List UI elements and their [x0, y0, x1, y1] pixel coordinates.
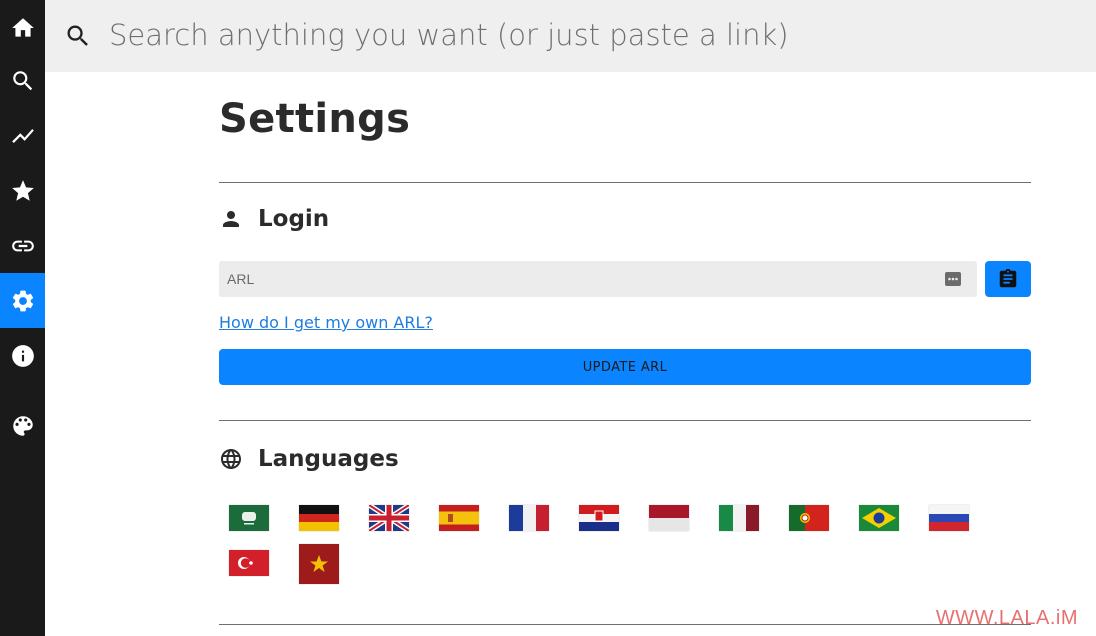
page-title: Settings	[219, 96, 411, 142]
arl-field	[219, 261, 977, 297]
flag-indonesian[interactable]	[649, 505, 689, 531]
home-icon	[11, 17, 34, 37]
flag-italian[interactable]	[719, 505, 759, 531]
search-icon	[12, 70, 32, 90]
login-section-title: Login	[258, 206, 330, 232]
languages-section-title: Languages	[258, 446, 399, 472]
flag-russian[interactable]	[929, 505, 969, 531]
search-icon	[64, 22, 92, 50]
flag-vietnamese[interactable]	[299, 544, 339, 584]
sidebar	[0, 0, 45, 636]
flag-spanish[interactable]	[439, 505, 479, 531]
search-bar	[45, 0, 1096, 72]
password-toggle-icon[interactable]	[945, 271, 961, 287]
star-icon	[11, 179, 34, 201]
gear-icon	[12, 290, 33, 311]
flag-german[interactable]	[299, 505, 339, 531]
divider	[219, 182, 1031, 183]
flag-arabic[interactable]	[229, 505, 269, 531]
flag-turkish[interactable]	[229, 550, 269, 576]
globe-icon	[221, 449, 241, 469]
info-icon	[11, 344, 34, 367]
update-arl-button[interactable]: UPDATE ARL	[219, 349, 1031, 385]
flag-brazilian[interactable]	[859, 505, 899, 531]
clipboard-icon	[999, 268, 1017, 288]
login-section-header: Login	[219, 206, 329, 232]
person-icon	[223, 211, 239, 227]
sidebar-item-charts[interactable]	[0, 108, 45, 163]
palette-icon	[12, 415, 33, 436]
flag-english[interactable]	[369, 505, 409, 531]
arl-help-link[interactable]: How do I get my own ARL?	[219, 313, 433, 332]
flag-french[interactable]	[509, 505, 549, 531]
trending-icon	[11, 128, 34, 143]
sidebar-item-theme[interactable]	[0, 398, 45, 453]
flag-portuguese[interactable]	[789, 505, 829, 531]
sidebar-item-settings[interactable]	[0, 273, 45, 328]
divider	[219, 624, 1031, 625]
sidebar-item-about[interactable]	[0, 328, 45, 383]
sidebar-item-home[interactable]	[0, 0, 45, 55]
sidebar-item-link-analyzer[interactable]	[0, 218, 45, 273]
watermark: WWW.LALA.iM	[935, 607, 1078, 629]
sidebar-item-favorites[interactable]	[0, 163, 45, 218]
search-input[interactable]	[109, 10, 1069, 60]
link-icon	[11, 240, 34, 251]
divider	[219, 420, 1031, 421]
languages-section-header: Languages	[219, 446, 399, 472]
arl-input[interactable]	[227, 261, 927, 297]
paste-arl-button[interactable]	[985, 261, 1031, 297]
sidebar-item-search[interactable]	[0, 53, 45, 108]
flag-croatian[interactable]	[579, 505, 619, 531]
